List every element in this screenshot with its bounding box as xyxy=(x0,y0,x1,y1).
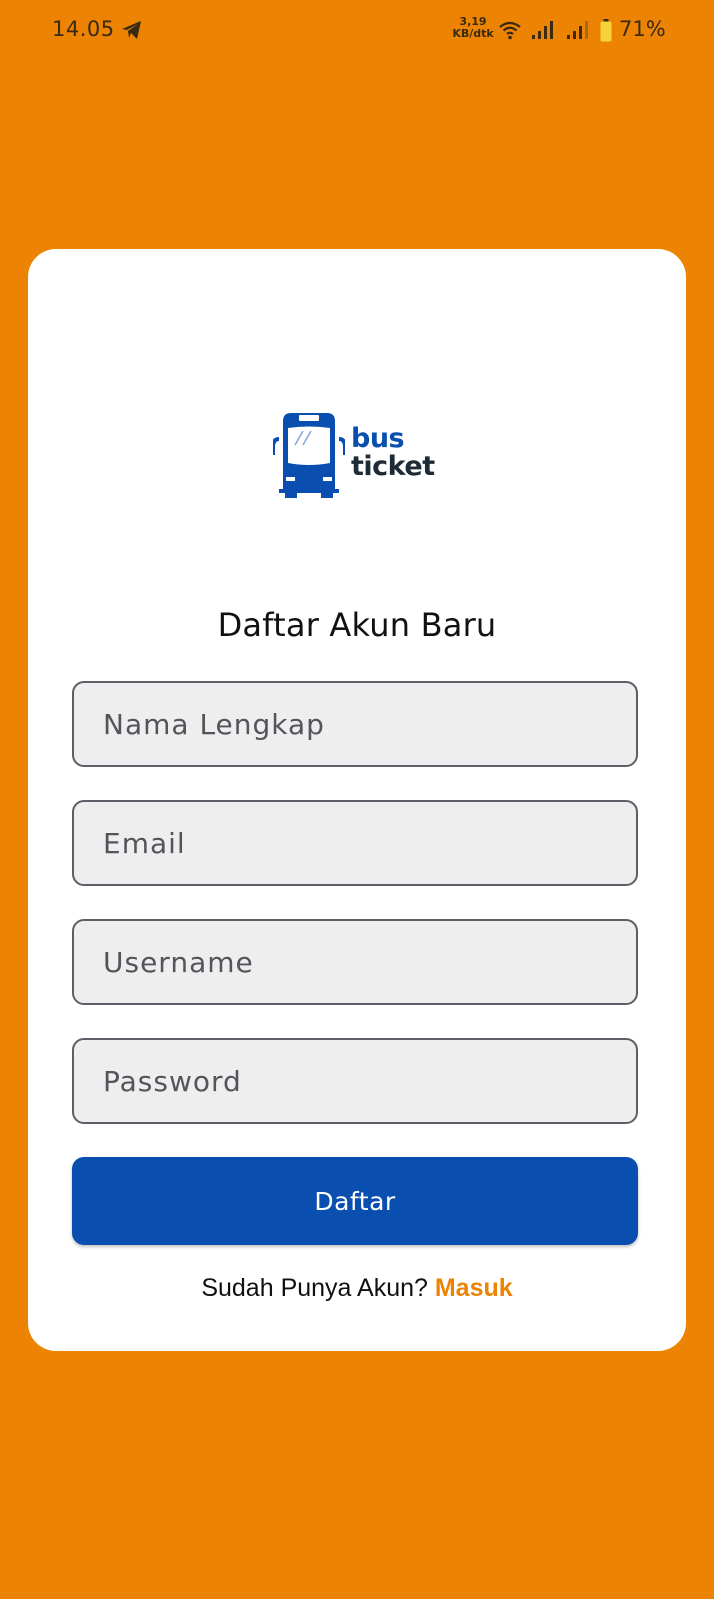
nama-lengkap-input[interactable] xyxy=(74,683,636,765)
logo-word-bus: bus xyxy=(351,423,405,454)
network-speed: 3,19 KB/dtk xyxy=(452,16,494,40)
login-prompt-text: Sudah Punya Akun? xyxy=(201,1274,428,1302)
battery-percent: 71% xyxy=(619,17,666,41)
logo-wordmark: bus ticket xyxy=(351,425,435,481)
bus-icon xyxy=(273,413,345,498)
username-field xyxy=(72,919,638,1005)
password-input[interactable] xyxy=(74,1040,636,1122)
nama-lengkap-field xyxy=(72,681,638,767)
masuk-link[interactable]: Masuk xyxy=(435,1274,513,1302)
logo-word-ticket: ticket xyxy=(351,451,435,482)
telegram-icon xyxy=(122,21,141,39)
battery-icon xyxy=(600,19,612,42)
username-input[interactable] xyxy=(74,921,636,1003)
signal-icon xyxy=(532,21,553,39)
daftar-button[interactable]: Daftar xyxy=(72,1157,638,1245)
status-time: 14.05 xyxy=(52,17,115,41)
page-title: Daftar Akun Baru xyxy=(217,606,497,644)
signal-icon xyxy=(567,21,588,39)
status-bar: 14.05 3,19 KB/dtk 71% xyxy=(0,0,714,60)
email-input[interactable] xyxy=(74,802,636,884)
password-field xyxy=(72,1038,638,1124)
login-prompt: Sudah Punya Akun? Masuk xyxy=(28,1274,686,1303)
register-card: bus ticket Daftar Akun Baru Daftar Sudah… xyxy=(28,249,686,1351)
wifi-icon xyxy=(499,21,521,40)
network-speed-unit: KB/dtk xyxy=(452,27,494,40)
bus-ticket-logo: bus ticket xyxy=(273,409,443,499)
email-field xyxy=(72,800,638,886)
